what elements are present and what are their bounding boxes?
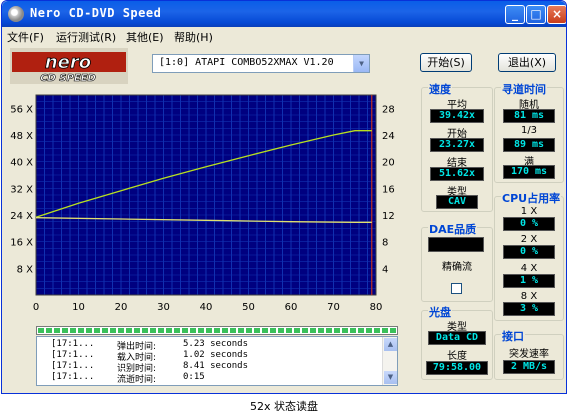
cpu-1x-label: 1 X — [520, 206, 538, 217]
y-left-tick-label: 8 X — [17, 264, 34, 275]
y-right-tick-label: 20 — [382, 158, 395, 169]
cpu-2x-label: 2 X — [520, 234, 538, 245]
y-right-tick-label: 24 — [382, 131, 395, 142]
seek-time-group: 寻道时间 随机 81 ms 1/3 89 ms 满 170 ms — [494, 81, 564, 183]
interface-group: 接口 突发速率 2 MB/s — [494, 328, 564, 380]
y-right-tick-label: 8 — [382, 238, 388, 249]
menu-file[interactable]: 文件(F) — [7, 29, 44, 45]
dae-quality-display — [428, 237, 484, 252]
drive-select-value: [1:0] ATAPI COMBO52XMAX V1.20 — [159, 57, 334, 68]
x-tick-label: 40 — [200, 302, 213, 313]
speed-end-value: 51.62x — [430, 167, 484, 181]
y-right-tick-label: 12 — [382, 211, 395, 222]
speed-group-title: 速度 — [428, 81, 452, 97]
speed-avg-value: 39.42x — [430, 109, 484, 123]
cpu-4x-value: 1 % — [503, 274, 555, 288]
y-left-tick-label: 40 X — [10, 158, 33, 169]
disc-length-label: 长度 — [447, 351, 467, 362]
speed-chart: 0 10 20 30 40 50 60 70 80 8 X 16 X 24 X 32 X 40 X 48 X… — [10, 94, 395, 313]
speed-group: 速度 平均 39.42x 开始 23.27x 结束 51.62x 类型 CAV — [421, 81, 493, 212]
y-right-tick-label: 16 — [382, 184, 395, 195]
maximize-button[interactable]: □ — [526, 5, 546, 24]
disc-length-value: 79:58.00 — [426, 361, 488, 375]
x-tick-label: 70 — [327, 302, 340, 313]
logo-wordmark: nero — [45, 52, 91, 73]
menu-extra[interactable]: 其他(E) — [126, 29, 164, 45]
y-left-tick-label: 32 X — [10, 184, 33, 195]
y-left-tick-label: 48 X — [10, 131, 33, 142]
seek-third-value: 89 ms — [503, 138, 555, 152]
minimize-button[interactable]: _ — [505, 5, 525, 24]
log-list[interactable]: [17:1... 弹出时间: 5.23 seconds [17:1... 载入时… — [36, 336, 398, 386]
x-tick-label: 0 — [33, 302, 39, 313]
log-value: 8.41 seconds — [183, 361, 249, 371]
y-left-tick-label: 24 X — [10, 211, 33, 222]
progress-fill — [38, 328, 396, 333]
speed-type-value: CAV — [436, 195, 478, 209]
dae-quality-group: DAE品质 精确流 — [421, 221, 493, 302]
accurate-stream-checkbox[interactable] — [451, 283, 462, 294]
x-tick-label: 80 — [370, 302, 383, 313]
nero-disc-icon — [8, 6, 24, 22]
dae-group-title: DAE品质 — [428, 221, 478, 237]
cpu-2x-value: 0 % — [503, 245, 555, 259]
y-right-tick-label: 4 — [382, 264, 388, 275]
seek-full-value: 170 ms — [503, 165, 555, 179]
x-tick-label: 20 — [115, 302, 128, 313]
app-window: Nero CD-DVD Speed _ □ × 文件(F) 运行测试(R) 其他… — [1, 0, 567, 394]
chevron-down-icon[interactable]: ▼ — [353, 55, 369, 72]
y-right-tick-label: 28 — [382, 104, 395, 115]
y-left-tick-label: 16 X — [10, 238, 33, 249]
log-value: 0:15 — [183, 372, 205, 382]
menu-run-test[interactable]: 运行测试(R) — [56, 29, 116, 45]
start-button[interactable]: 开始(S) — [420, 53, 472, 72]
scroll-down-icon[interactable]: ▼ — [384, 371, 397, 384]
x-tick-label: 60 — [285, 302, 298, 313]
x-tick-label: 10 — [72, 302, 85, 313]
x-tick-label: 50 — [242, 302, 255, 313]
menu-help[interactable]: 帮助(H) — [174, 29, 213, 45]
disc-group: 光盘 类型 Data CD 长度 79:58.00 — [421, 304, 493, 380]
cpu-4x-label: 4 X — [520, 263, 538, 274]
log-time: [17:1... — [51, 350, 95, 360]
log-time: [17:1... — [51, 361, 95, 371]
x-tick-label: 30 — [157, 302, 170, 313]
seek-random-value: 81 ms — [503, 109, 555, 123]
speed-start-value: 23.27x — [430, 138, 484, 152]
log-value: 1.02 seconds — [183, 350, 249, 360]
menu-bar: 文件(F) 运行测试(R) 其他(E) 帮助(H) — [2, 27, 566, 45]
scroll-up-icon[interactable]: ▲ — [384, 338, 397, 351]
figure-caption: 52x 状态读盘 — [249, 400, 318, 411]
logo-subtitle: CD SPEED — [40, 73, 96, 84]
burst-rate-value: 2 MB/s — [503, 360, 555, 374]
close-button[interactable]: × — [547, 5, 566, 24]
y-left-tick-label: 56 X — [10, 104, 33, 115]
exit-button[interactable]: 退出(X) — [498, 53, 556, 72]
nero-cd-speed-logo: nero CD SPEED — [10, 48, 128, 84]
cpu-group-title: CPU占用率 — [501, 190, 562, 206]
log-value: 5.23 seconds — [183, 339, 249, 349]
cpu-1x-value: 0 % — [503, 217, 555, 231]
seek-group-title: 寻道时间 — [501, 81, 547, 97]
title-bar: Nero CD-DVD Speed _ □ × — [2, 1, 566, 27]
progress-bar — [36, 326, 398, 335]
accurate-stream-label: 精确流 — [442, 262, 472, 273]
interface-group-title: 接口 — [501, 328, 525, 344]
cpu-8x-value: 3 % — [503, 302, 555, 316]
burst-rate-label: 突发速率 — [509, 349, 549, 360]
drive-select[interactable]: [1:0] ATAPI COMBO52XMAX V1.20 ▼ — [152, 54, 370, 73]
log-time: [17:1... — [51, 339, 95, 349]
log-time: [17:1... — [51, 372, 95, 382]
window-title: Nero CD-DVD Speed — [30, 6, 162, 20]
seek-third-label: 1/3 — [520, 125, 538, 136]
cpu-8x-label: 8 X — [520, 291, 538, 302]
cpu-usage-group: CPU占用率 1 X 0 % 2 X 0 % 4 X 1 % 8 X 3 % — [494, 190, 564, 321]
log-label: 流逝时间: — [117, 375, 157, 385]
disc-type-value: Data CD — [428, 331, 486, 345]
log-scrollbar[interactable]: ▲ ▼ — [382, 337, 397, 385]
